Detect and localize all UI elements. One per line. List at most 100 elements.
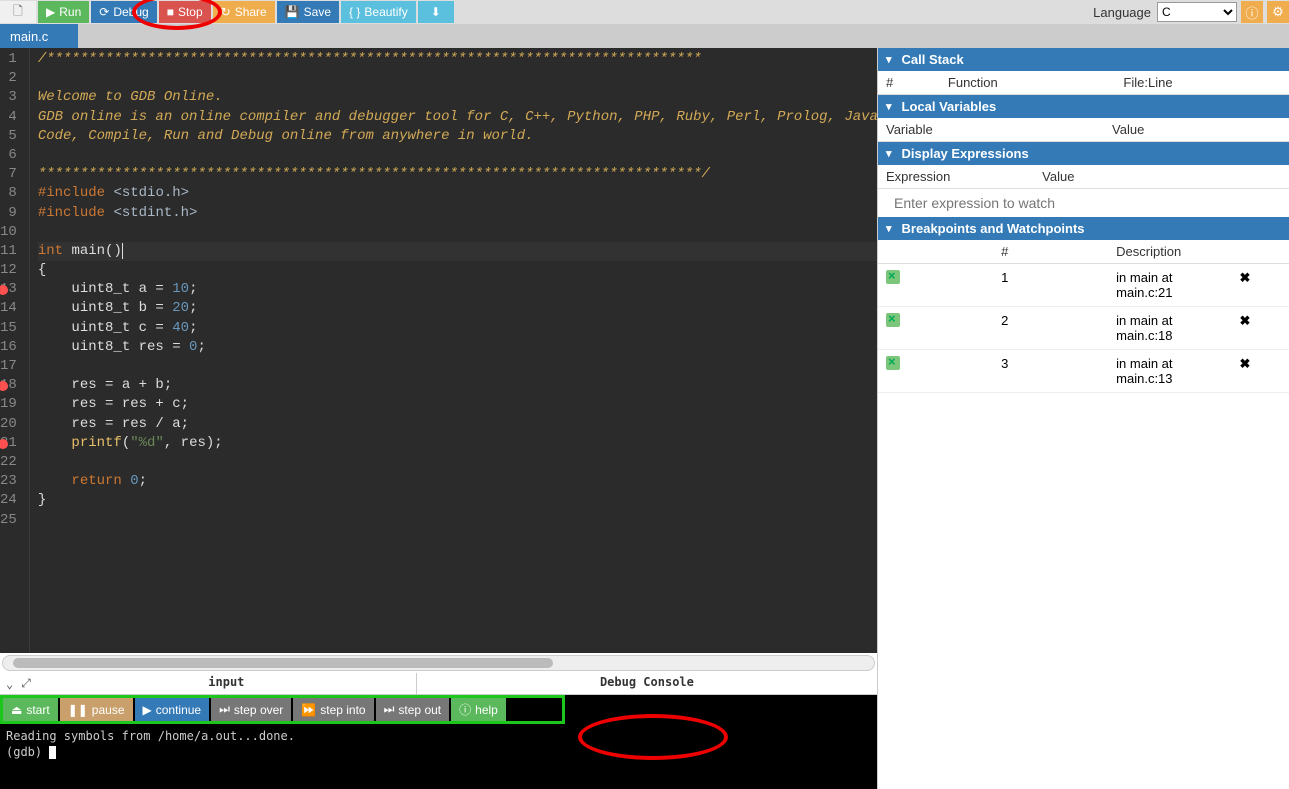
download-button[interactable]: ⬇	[418, 1, 454, 23]
breakpoint-enable-icon[interactable]	[886, 270, 900, 284]
display-header[interactable]: ▾Display Expressions	[878, 142, 1289, 165]
breakpoint-desc: in main at main.c:18	[1108, 307, 1231, 350]
stop-button[interactable]: ■ Stop	[159, 1, 211, 23]
debug-toolbar: ⏏start ❚❚pause ▶continue ⏭step over ⏩ste…	[0, 695, 565, 724]
info-icon: ⓘ	[1245, 3, 1258, 22]
callstack-table: #FunctionFile:Line	[878, 71, 1289, 95]
breakpoint-row: 2in main at main.c:18 ✖	[878, 307, 1289, 350]
console-cursor	[49, 746, 56, 759]
editor-code-area[interactable]: /***************************************…	[30, 48, 877, 653]
save-label: Save	[304, 5, 331, 19]
debug-pause-button[interactable]: ❚❚pause	[60, 698, 133, 721]
chevron-down-icon: ▾	[886, 100, 892, 113]
expand-icon[interactable]: ⤢	[21, 676, 31, 691]
info-button[interactable]: ⓘ	[1241, 1, 1263, 23]
debug-continue-button[interactable]: ▶continue	[135, 698, 210, 721]
col-num: #	[993, 240, 1108, 264]
breakpoint-num: 2	[993, 307, 1108, 350]
col-value: Value	[1034, 165, 1289, 189]
run-label: Run	[59, 5, 81, 19]
debug-help-button[interactable]: ⓘhelp	[451, 698, 506, 721]
beautify-button[interactable]: { } Beautify	[341, 1, 416, 23]
scrollbar-thumb[interactable]	[13, 658, 553, 668]
col-value: Value	[1104, 118, 1289, 142]
save-button[interactable]: 💾 Save	[277, 1, 339, 23]
debug-start-button[interactable]: ⏏start	[3, 698, 58, 721]
chevron-down-icon: ▾	[886, 53, 892, 66]
breakpoint-enable-icon[interactable]	[886, 356, 900, 370]
col-variable: Variable	[878, 118, 1104, 142]
breakpoint-desc: in main at main.c:21	[1108, 264, 1231, 307]
file-tabs: main.c	[0, 24, 1289, 48]
gear-icon: ⚙	[1272, 4, 1284, 20]
col-num: #	[878, 71, 940, 95]
code-editor[interactable]: 1234567891011121314151617181920212223242…	[0, 48, 877, 653]
bottom-header-icons: ⌄ ⤢	[0, 673, 37, 694]
play-icon: ▶	[46, 5, 55, 19]
language-label: Language	[1093, 5, 1151, 20]
chevron-down-icon: ▾	[886, 222, 892, 235]
breakpoint-desc: in main at main.c:13	[1108, 350, 1231, 393]
callstack-header[interactable]: ▾Call Stack	[878, 48, 1289, 71]
debug-console-tab[interactable]: Debug Console	[417, 673, 877, 694]
main-toolbar: 🗋 ▶ Run ⟳ Debug ■ Stop ↻ Share 💾 Save { } Beau…	[0, 0, 1289, 24]
stop-icon: ■	[167, 5, 174, 19]
breakpoint-remove-icon[interactable]: ✖	[1239, 270, 1250, 285]
bottom-panel: ⌄ ⤢ input Debug Console ⏏start ❚❚pause ▶…	[0, 673, 877, 789]
eject-icon: ⏏	[11, 703, 22, 717]
play-icon: ▶	[143, 703, 152, 717]
debug-stepover-button[interactable]: ⏭step over	[211, 698, 291, 721]
col-function: Function	[940, 71, 1116, 95]
breakpoints-header[interactable]: ▾Breakpoints and Watchpoints	[878, 217, 1289, 240]
share-label: Share	[235, 5, 267, 19]
info-icon: ⓘ	[459, 701, 471, 718]
breakpoints-table: # Description 1in main at main.c:21✖2in …	[878, 240, 1289, 393]
step-out-icon: ⏭	[384, 702, 395, 717]
chevron-down-icon[interactable]: ⌄	[6, 677, 13, 691]
settings-button[interactable]: ⚙	[1267, 1, 1289, 23]
new-file-button[interactable]: 🗋	[0, 1, 36, 23]
col-fileline: File:Line	[1115, 71, 1289, 95]
language-select[interactable]: C	[1157, 2, 1237, 22]
breakpoint-row: 3in main at main.c:13 ✖	[878, 350, 1289, 393]
input-tab[interactable]: input	[37, 673, 417, 694]
file-icon: 🗋	[13, 2, 23, 23]
breakpoint-num: 1	[993, 264, 1108, 307]
run-button[interactable]: ▶ Run	[38, 1, 89, 23]
breakpoint-row: 1in main at main.c:21 ✖	[878, 264, 1289, 307]
save-icon: 💾	[285, 5, 300, 19]
breakpoint-remove-icon[interactable]: ✖	[1239, 313, 1250, 328]
stop-label: Stop	[178, 5, 203, 19]
locals-table: VariableValue	[878, 118, 1289, 142]
debug-stepout-button[interactable]: ⏭step out	[376, 698, 450, 721]
clock-icon: ⟳	[99, 5, 109, 19]
expression-input[interactable]	[878, 189, 1289, 217]
bottom-header: ⌄ ⤢ input Debug Console	[0, 673, 877, 695]
chevron-down-icon: ▾	[886, 147, 892, 160]
breakpoint-enable-icon[interactable]	[886, 313, 900, 327]
editor-scrollbar[interactable]	[2, 655, 875, 671]
beautify-label: Beautify	[364, 5, 407, 19]
download-icon: ⬇	[431, 5, 441, 19]
share-button[interactable]: ↻ Share	[213, 1, 275, 23]
debug-button[interactable]: ⟳ Debug	[91, 1, 156, 23]
step-into-icon: ⏩	[301, 703, 316, 717]
breakpoint-num: 3	[993, 350, 1108, 393]
share-icon: ↻	[221, 5, 231, 19]
pause-icon: ❚❚	[68, 703, 88, 717]
breakpoint-remove-icon[interactable]: ✖	[1239, 356, 1250, 371]
braces-icon: { }	[349, 5, 360, 19]
debug-label: Debug	[113, 5, 148, 19]
debug-sidebar: ▾Call Stack #FunctionFile:Line ▾Local Va…	[877, 48, 1289, 789]
col-expression: Expression	[878, 165, 1034, 189]
col-description: Description	[1108, 240, 1231, 264]
display-table: ExpressionValue	[878, 165, 1289, 189]
col-enable	[878, 240, 993, 264]
col-remove	[1231, 240, 1289, 264]
console-output[interactable]: Reading symbols from /home/a.out...done.…	[0, 724, 877, 764]
file-tab-main[interactable]: main.c	[0, 24, 78, 48]
step-over-icon: ⏭	[219, 702, 230, 717]
debug-stepinto-button[interactable]: ⏩step into	[293, 698, 373, 721]
editor-gutter: 1234567891011121314151617181920212223242…	[0, 48, 30, 653]
locals-header[interactable]: ▾Local Variables	[878, 95, 1289, 118]
